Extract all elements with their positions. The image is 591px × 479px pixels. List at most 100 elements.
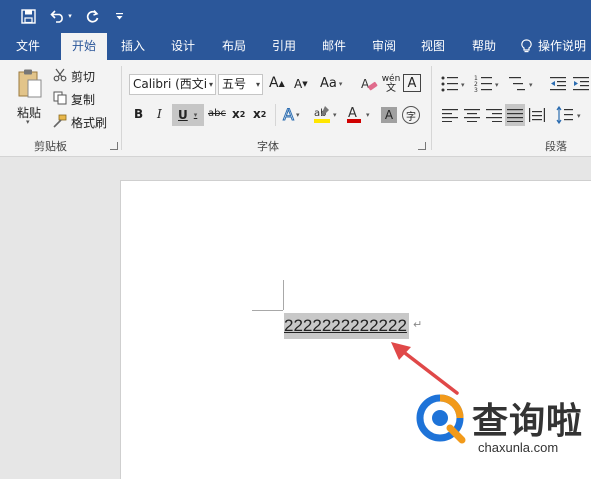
align-right-icon[interactable]	[485, 106, 503, 124]
shrink-font-button[interactable]: A ▼	[294, 77, 308, 91]
watermark: 查询啦 chaxunla.com	[416, 392, 591, 462]
line-spacing-icon[interactable]: ▾	[556, 105, 586, 125]
text-effects-icon: A	[283, 105, 295, 125]
svg-text:A: A	[361, 77, 370, 91]
chevron-down-icon: ▾	[255, 80, 260, 89]
copy-icon	[53, 91, 67, 105]
scissors-icon	[53, 68, 67, 82]
redo-icon[interactable]	[82, 6, 102, 26]
italic-button[interactable]: I	[157, 107, 162, 121]
font-name-combo[interactable]: Calibri (西文i ▾	[129, 74, 216, 95]
increase-indent-icon[interactable]	[571, 74, 591, 94]
align-left-icon[interactable]	[441, 106, 459, 124]
tab-layout[interactable]: 布局	[214, 33, 254, 60]
paste-dropdown[interactable]: ▾	[26, 118, 30, 126]
bullets-icon[interactable]: ▾	[440, 74, 470, 94]
paragraph-group-label: 段落	[545, 140, 567, 153]
tell-me-box[interactable]: 操作说明	[521, 33, 591, 60]
cut-button[interactable]: 剪切	[71, 68, 95, 85]
tell-me-label: 操作说明	[538, 39, 587, 53]
copy-button[interactable]: 复制	[71, 91, 95, 108]
enclose-characters-icon[interactable]: 字	[402, 106, 420, 124]
char-border-label: A	[407, 75, 417, 91]
numbering-icon[interactable]: 1 2 3 ▾	[474, 74, 504, 94]
chevron-down-icon: ▾	[208, 80, 213, 89]
watermark-title: 查询啦	[472, 401, 584, 442]
grow-font-button[interactable]: A ▲	[269, 75, 285, 91]
change-case-label: Aa	[320, 76, 337, 91]
italic-label: I	[157, 107, 162, 121]
lightbulb-icon	[521, 39, 532, 54]
ribbon-tabs: 文件 开始 插入 设计 布局 引用 邮件 审阅 视图 帮助 操作说明	[0, 33, 591, 60]
paste-icon[interactable]	[14, 67, 46, 101]
tab-review[interactable]: 审阅	[364, 33, 404, 60]
distributed-icon[interactable]	[528, 106, 546, 124]
subscript-label: x	[232, 107, 240, 121]
tab-references[interactable]: 引用	[264, 33, 304, 60]
tab-mailings[interactable]: 邮件	[314, 33, 354, 60]
clipboard-dialog-launcher[interactable]	[110, 142, 118, 150]
underline-button[interactable]: U ▾	[172, 104, 204, 126]
format-painter-button[interactable]: 格式刷	[71, 114, 107, 131]
clipboard-group-label: 剪贴板	[34, 140, 67, 153]
font-name-value: Calibri (西文i	[133, 77, 208, 91]
text-effects-button[interactable]: A ▾	[283, 105, 300, 125]
svg-text:▾: ▾	[577, 112, 581, 120]
align-center-icon[interactable]	[463, 106, 481, 124]
strikethrough-button[interactable]: abc	[208, 108, 226, 119]
svg-text:3: 3	[474, 87, 478, 94]
group-separator	[431, 66, 432, 150]
superscript-button[interactable]: x2	[253, 107, 266, 121]
group-separator	[275, 104, 276, 126]
svg-text:▾: ▾	[366, 111, 370, 119]
font-dialog-launcher[interactable]	[418, 142, 426, 150]
char-shading-label: A	[384, 108, 394, 122]
superscript-label: x	[253, 107, 261, 121]
paragraph-mark: ↵	[413, 318, 423, 331]
tab-insert[interactable]: 插入	[113, 33, 153, 60]
tab-view[interactable]: 视图	[413, 33, 453, 60]
selected-text[interactable]: 2222222222222	[284, 313, 409, 339]
margin-corner-mark	[252, 310, 283, 311]
change-case-button[interactable]: Aa ▾	[320, 76, 342, 91]
font-color-button[interactable]: A ▾	[345, 104, 375, 126]
ribbon-home: 粘贴 ▾ 剪切 复制 格式刷 剪贴板 Calibri (西文i ▾ 五号 ▾ A…	[0, 60, 591, 157]
annotation-arrow	[391, 342, 459, 395]
watermark-url: chaxunla.com	[478, 440, 559, 455]
clear-formatting-icon[interactable]: A	[359, 74, 379, 94]
title-bar: ▾	[0, 0, 591, 33]
margin-corner-mark	[283, 280, 284, 310]
svg-text:▾: ▾	[529, 81, 533, 89]
tab-home[interactable]: 开始	[61, 33, 107, 60]
font-group-label: 字体	[257, 140, 279, 153]
format-painter-icon	[53, 114, 67, 128]
multilevel-list-icon[interactable]: ▾	[508, 74, 538, 94]
svg-text:A: A	[348, 106, 357, 121]
underline-label: U	[178, 108, 188, 122]
bold-label: B	[134, 107, 144, 121]
decrease-indent-icon[interactable]	[548, 74, 568, 94]
tab-help[interactable]: 帮助	[464, 33, 504, 60]
svg-text:▾: ▾	[333, 111, 337, 119]
phonetic-guide-icon[interactable]: wén 文	[381, 73, 401, 95]
chaxunla-logo	[416, 394, 466, 444]
bold-button[interactable]: B	[134, 107, 143, 121]
group-separator	[121, 66, 122, 150]
highlight-color-button[interactable]: ab ▾	[312, 104, 342, 126]
justify-icon[interactable]	[505, 104, 525, 126]
undo-icon[interactable]: ▾	[47, 6, 75, 26]
svg-text:▾: ▾	[495, 81, 499, 89]
strikethrough-label: abc	[208, 108, 226, 119]
font-size-value: 五号	[222, 77, 247, 91]
char-shading-icon[interactable]: A	[381, 107, 397, 123]
customize-qat-icon[interactable]	[112, 6, 126, 26]
char-border-icon[interactable]: A	[403, 74, 421, 92]
svg-text:▾: ▾	[461, 81, 465, 89]
font-size-combo[interactable]: 五号 ▾	[218, 74, 263, 95]
tab-design[interactable]: 设计	[163, 33, 203, 60]
tab-file[interactable]: 文件	[6, 33, 50, 60]
enclose-label: 字	[406, 111, 416, 123]
shrink-font-icon: A	[294, 77, 303, 91]
save-icon[interactable]	[18, 6, 38, 26]
subscript-button[interactable]: x2	[232, 107, 245, 121]
